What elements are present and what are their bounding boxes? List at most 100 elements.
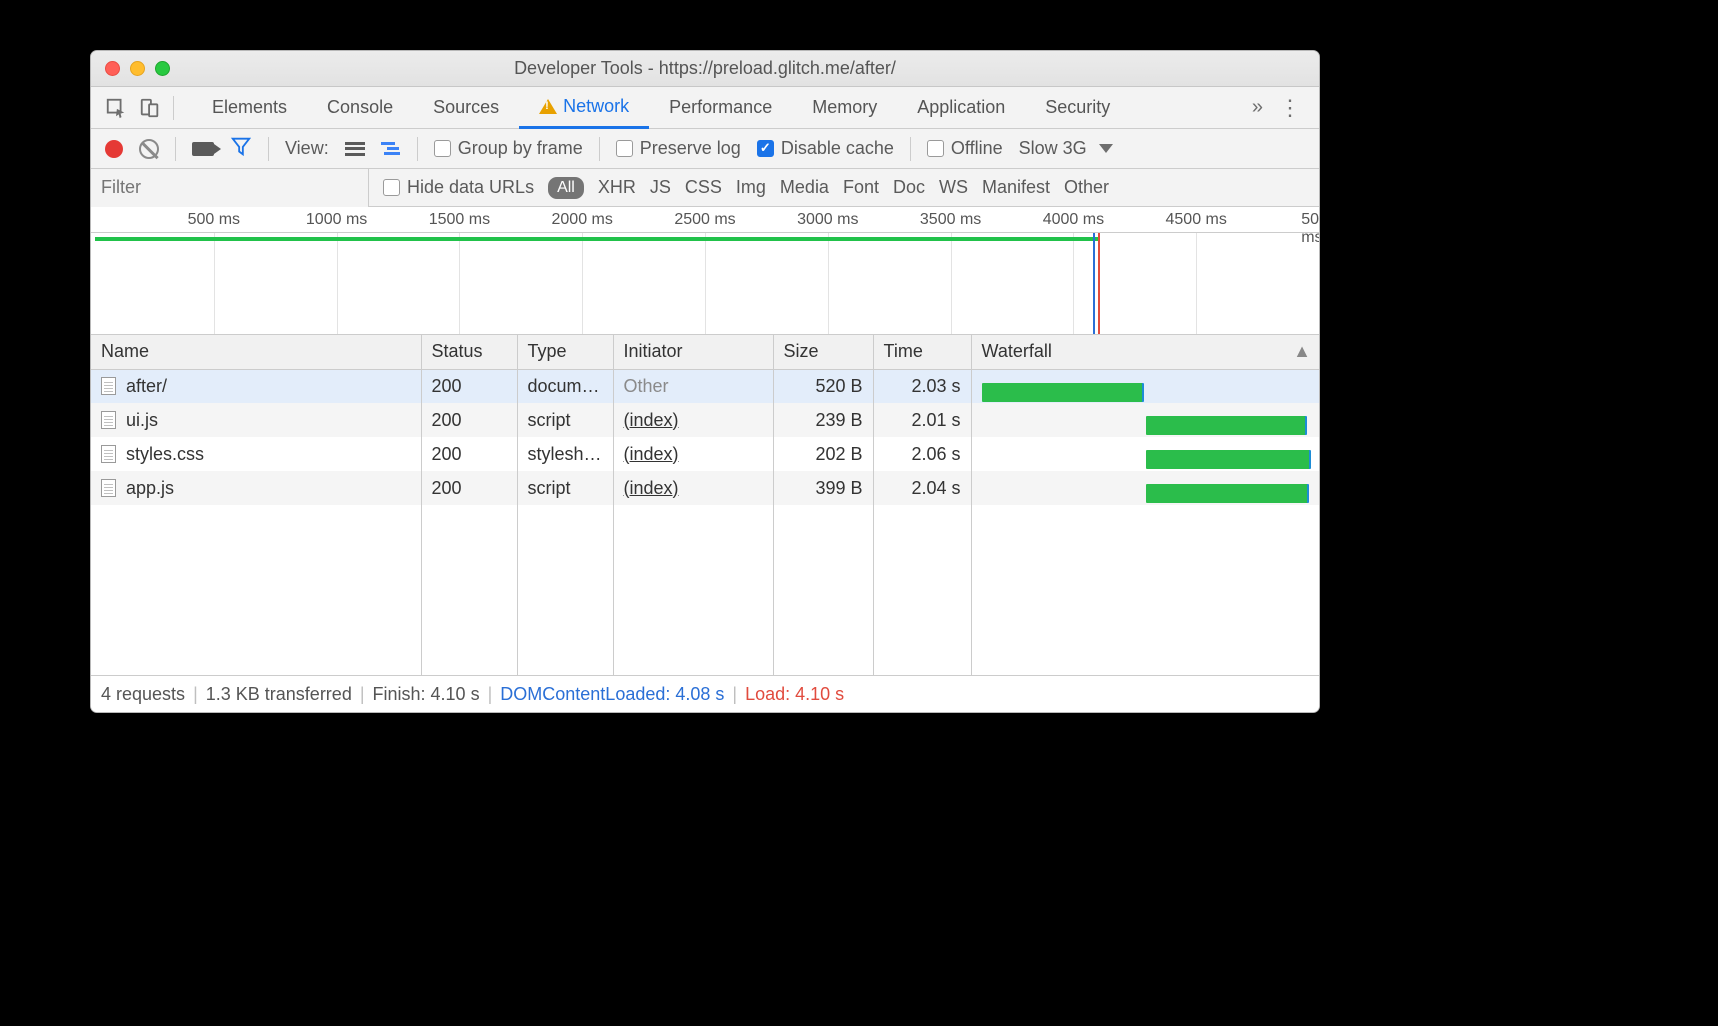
request-status: 200 [421, 369, 517, 403]
initiator-link[interactable]: (index) [624, 444, 679, 464]
overview-tick: 4000 ms [1043, 211, 1104, 229]
status-transferred: 1.3 KB transferred [206, 684, 352, 705]
close-window-button[interactable] [105, 61, 120, 76]
filter-input[interactable] [91, 169, 369, 207]
waterfall-bar [1146, 450, 1311, 469]
tab-performance[interactable]: Performance [649, 87, 792, 129]
overview-tick: 1500 ms [429, 211, 490, 229]
request-size: 520 B [773, 369, 873, 403]
filter-type-all[interactable]: All [548, 177, 584, 199]
device-toolbar-icon[interactable] [139, 99, 161, 117]
tab-label: Network [563, 96, 629, 117]
group-by-frame-option[interactable]: Group by frame [434, 138, 583, 159]
request-time: 2.03 s [873, 369, 971, 403]
tab-label: Application [917, 97, 1005, 118]
tab-console[interactable]: Console [307, 87, 413, 129]
kebab-menu-icon[interactable]: ⋮ [1279, 95, 1301, 121]
tab-label: Console [327, 97, 393, 118]
request-name: styles.css [126, 444, 204, 465]
separator [175, 137, 176, 161]
file-icon [101, 411, 116, 429]
column-header-status[interactable]: Status [421, 335, 517, 369]
filter-type-other[interactable]: Other [1064, 177, 1109, 198]
panel-tabs: Elements Console Sources Network Performance… [192, 87, 1242, 129]
filter-type-js[interactable]: JS [650, 177, 671, 198]
request-name: app.js [126, 478, 174, 499]
throttling-value: Slow 3G [1019, 138, 1087, 159]
tab-memory[interactable]: Memory [792, 87, 897, 129]
table-row[interactable]: styles.css200stylesh…(index)202 B2.06 s [91, 437, 1320, 471]
zoom-window-button[interactable] [155, 61, 170, 76]
preserve-log-option[interactable]: Preserve log [616, 138, 741, 159]
hide-data-urls-option[interactable]: Hide data URLs [383, 177, 534, 198]
waterfall-cell [971, 437, 1320, 471]
capture-screenshots-icon[interactable] [192, 142, 214, 156]
request-status: 200 [421, 471, 517, 505]
group-by-frame-checkbox[interactable] [434, 140, 451, 157]
filter-type-css[interactable]: CSS [685, 177, 722, 198]
clear-button[interactable] [139, 139, 159, 159]
tab-label: Performance [669, 97, 772, 118]
large-rows-icon[interactable] [345, 142, 365, 156]
tab-elements[interactable]: Elements [192, 87, 307, 129]
filter-type-img[interactable]: Img [736, 177, 766, 198]
filter-type-doc[interactable]: Doc [893, 177, 925, 198]
column-header-size[interactable]: Size [773, 335, 873, 369]
inspect-element-icon[interactable] [105, 99, 127, 117]
initiator-link[interactable]: (index) [624, 410, 679, 430]
hide-data-urls-label: Hide data URLs [407, 177, 534, 198]
offline-checkbox[interactable] [927, 140, 944, 157]
panel-tabs-row: Elements Console Sources Network Performance… [91, 87, 1319, 129]
timeline-overview[interactable]: 500 ms1000 ms1500 ms2000 ms2500 ms3000 m… [91, 207, 1319, 335]
tab-network[interactable]: Network [519, 87, 649, 129]
offline-option[interactable]: Offline [927, 138, 1003, 159]
status-load: Load: 4.10 s [745, 684, 844, 705]
more-tabs-icon[interactable]: » [1252, 96, 1263, 119]
disable-cache-option[interactable]: Disable cache [757, 138, 894, 159]
preserve-log-checkbox[interactable] [616, 140, 633, 157]
separator [599, 137, 600, 161]
minimize-window-button[interactable] [130, 61, 145, 76]
file-icon [101, 479, 116, 497]
column-header-waterfall[interactable]: Waterfall▲ [971, 335, 1320, 369]
overview-tick: 5000 ms [1301, 211, 1320, 247]
sort-indicator-icon: ▲ [1293, 341, 1311, 362]
overview-tick: 500 ms [188, 211, 240, 229]
overview-tick: 2000 ms [552, 211, 613, 229]
request-name: after/ [126, 376, 167, 397]
filter-icon[interactable] [230, 135, 252, 162]
column-header-initiator[interactable]: Initiator [613, 335, 773, 369]
tab-security[interactable]: Security [1025, 87, 1130, 129]
table-empty-area [91, 505, 1319, 675]
waterfall-overview-icon[interactable] [381, 142, 401, 156]
warning-icon [539, 99, 557, 114]
initiator-link[interactable]: (index) [624, 478, 679, 498]
filter-type-manifest[interactable]: Manifest [982, 177, 1050, 198]
request-type: stylesh… [517, 437, 613, 471]
status-bar: 4 requests | 1.3 KB transferred | Finish… [91, 676, 1319, 712]
request-time: 2.01 s [873, 403, 971, 437]
column-header-time[interactable]: Time [873, 335, 971, 369]
disable-cache-checkbox[interactable] [757, 140, 774, 157]
throttling-select[interactable]: Slow 3G [1019, 138, 1113, 159]
chevron-down-icon [1099, 144, 1113, 153]
record-button[interactable] [105, 140, 123, 158]
table-row[interactable]: ui.js200script(index)239 B2.01 s [91, 403, 1320, 437]
filter-type-ws[interactable]: WS [939, 177, 968, 198]
column-header-type[interactable]: Type [517, 335, 613, 369]
filter-type-xhr[interactable]: XHR [598, 177, 636, 198]
requests-table: NameStatusTypeInitiatorSizeTimeWaterfall… [91, 335, 1319, 676]
tab-sources[interactable]: Sources [413, 87, 519, 129]
filter-type-font[interactable]: Font [843, 177, 879, 198]
overview-tick: 3500 ms [920, 211, 981, 229]
tab-application[interactable]: Application [897, 87, 1025, 129]
hide-data-urls-checkbox[interactable] [383, 179, 400, 196]
separator [173, 96, 174, 120]
table-row[interactable]: app.js200script(index)399 B2.04 s [91, 471, 1320, 505]
filter-type-media[interactable]: Media [780, 177, 829, 198]
column-header-name[interactable]: Name [91, 335, 421, 369]
filter-options: Hide data URLs All XHR JS CSS Img Media Font Do… [369, 177, 1109, 199]
table-row[interactable]: after/200docum…Other520 B2.03 s [91, 369, 1320, 403]
overview-tick: 3000 ms [797, 211, 858, 229]
status-domcontentloaded: DOMContentLoaded: 4.08 s [500, 684, 724, 705]
